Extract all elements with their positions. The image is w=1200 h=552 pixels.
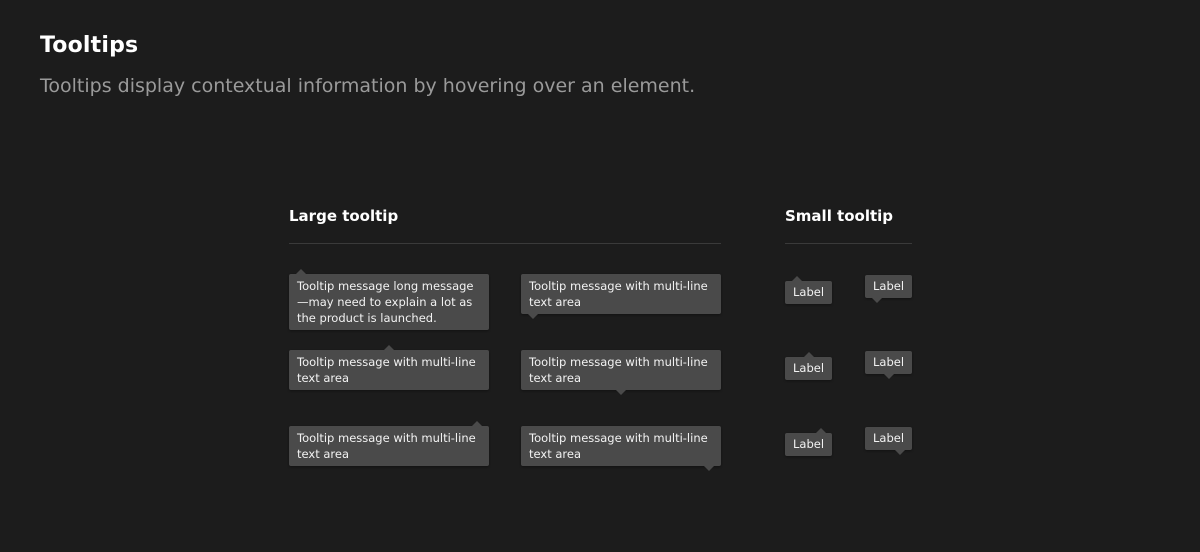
tooltip-label: Label xyxy=(873,431,905,445)
tooltip-arrow xyxy=(472,421,482,426)
large-tooltip-top-right: Tooltip message with multi-line text are… xyxy=(289,421,489,466)
tooltip-arrow xyxy=(616,390,626,395)
large-tooltip-heading: Large tooltip xyxy=(289,207,399,225)
large-tooltip-top-center: Tooltip message with multi-line text are… xyxy=(289,345,489,390)
tooltip-label: Label xyxy=(793,437,825,451)
tooltip-arrow xyxy=(384,345,394,350)
tooltip-arrow xyxy=(816,428,826,433)
tooltip-arrow xyxy=(704,466,714,471)
tooltip-text: Tooltip message with multi-line text are… xyxy=(529,355,708,385)
tooltip-arrow xyxy=(895,450,905,455)
small-tooltip-top-right: Label xyxy=(785,428,833,456)
tooltip-text: Tooltip message with multi-line text are… xyxy=(297,431,476,461)
page-subtitle: Tooltips display contextual information … xyxy=(40,75,696,97)
large-tooltip-bottom-center: Tooltip message with multi-line text are… xyxy=(521,350,721,395)
large-tooltip-bottom-right: Tooltip message with multi-line text are… xyxy=(521,426,721,471)
small-tooltip-heading: Small tooltip xyxy=(785,207,894,225)
small-tooltip-top-center: Label xyxy=(785,352,833,380)
tooltip-label: Label xyxy=(793,361,825,375)
large-tooltip-divider xyxy=(289,243,721,244)
tooltip-text: Tooltip message with multi-line text are… xyxy=(529,279,708,309)
small-tooltip-bottom-left: Label xyxy=(865,275,913,303)
tooltip-arrow xyxy=(804,352,814,357)
tooltip-arrow xyxy=(884,374,894,379)
tooltip-label: Label xyxy=(873,355,905,369)
tooltip-label: Label xyxy=(873,279,905,293)
small-tooltip-divider xyxy=(785,243,912,244)
tooltip-text: Tooltip message long message—may need to… xyxy=(297,279,474,325)
tooltip-arrow xyxy=(872,298,882,303)
small-tooltip-top-left: Label xyxy=(785,276,833,304)
tooltip-arrow xyxy=(792,276,802,281)
tooltip-text: Tooltip message with multi-line text are… xyxy=(529,431,708,461)
page-title: Tooltips xyxy=(40,33,139,58)
small-tooltip-bottom-right: Label xyxy=(865,427,913,455)
tooltip-arrow xyxy=(296,269,306,274)
large-tooltip-top-left: Tooltip message long message—may need to… xyxy=(289,269,489,330)
tooltip-arrow xyxy=(528,314,538,319)
large-tooltip-bottom-left: Tooltip message with multi-line text are… xyxy=(521,274,721,319)
tooltip-text: Tooltip message with multi-line text are… xyxy=(297,355,476,385)
tooltip-label: Label xyxy=(793,285,825,299)
small-tooltip-bottom-center: Label xyxy=(865,351,913,379)
